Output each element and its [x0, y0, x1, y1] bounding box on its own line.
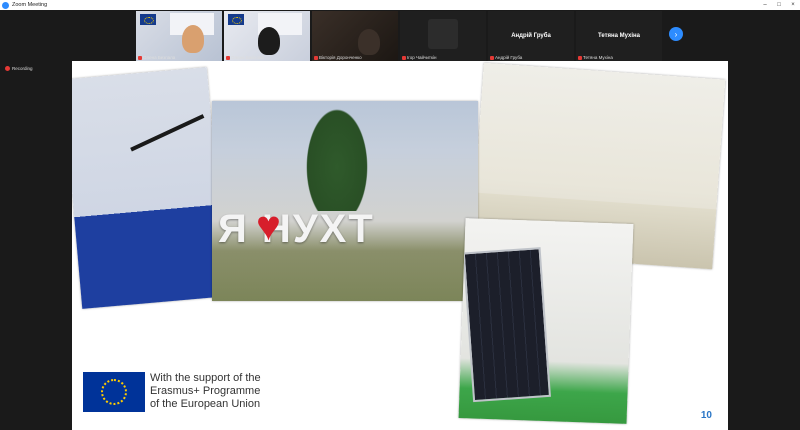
close-icon[interactable]: × [786, 0, 800, 10]
maximize-icon[interactable]: □ [772, 0, 786, 10]
eu-flag-icon [228, 14, 244, 25]
record-icon [5, 66, 10, 71]
support-line: of the European Union [150, 398, 261, 410]
zoom-window: Zoom Meeting – □ × Олена Безпала Олена Б… [0, 0, 800, 430]
mic-muted-icon [226, 55, 230, 60]
participant-name: Андрій Груба [490, 55, 522, 60]
participant-tile[interactable]: Вікторія Доронченко [312, 11, 398, 61]
participant-name: Тетяна Мухіна [578, 55, 613, 60]
eu-flag-icon [83, 372, 145, 412]
university-sign-photo: Я НУХТ ♥ [212, 101, 478, 301]
solar-panel-photo [458, 218, 634, 424]
recording-indicator[interactable]: Recording [5, 66, 33, 71]
tree-image [302, 101, 372, 211]
participant-name: Ігор Чайчиткін [402, 55, 436, 60]
window-controls: – □ × [758, 0, 800, 10]
window-title: Zoom Meeting [12, 2, 48, 8]
participant-name: Вікторія Доронченко [314, 55, 362, 60]
avatar [428, 19, 458, 49]
next-page-button[interactable]: › [669, 27, 683, 41]
mic-muted-icon [402, 55, 406, 60]
wind-turbine-image [130, 114, 205, 152]
participant-tile[interactable]: Тетяна Мухіна Тетяна Мухіна [576, 11, 662, 61]
shared-slide: Я НУХТ ♥ With the support of the Erasmus… [72, 61, 728, 430]
support-line: Erasmus+ Programme [150, 385, 261, 397]
participant-name: Олена Безпала [138, 55, 175, 60]
participant-tile[interactable]: Олена Байлова [224, 11, 310, 61]
recording-label: Recording [12, 66, 33, 71]
participant-display-name: Тетяна Мухіна [597, 33, 641, 39]
mic-muted-icon [578, 55, 582, 60]
participant-tile[interactable]: Олена Безпала [136, 11, 222, 61]
zoom-app-icon [2, 1, 9, 9]
university-sign: Я НУХТ [218, 207, 375, 251]
exhibition-photo [72, 67, 227, 309]
participant-name: Олена Байлова [226, 55, 264, 60]
heart-icon: ♥ [256, 202, 281, 249]
participant-tile[interactable]: Ігор Чайчиткін [400, 11, 486, 61]
eu-stars-icon [101, 379, 127, 405]
title-bar: Zoom Meeting – □ × [0, 0, 800, 10]
solar-panel-image [462, 247, 551, 403]
support-line: With the support of the [150, 372, 261, 384]
participant-video [182, 25, 204, 53]
minimize-icon[interactable]: – [758, 0, 772, 10]
slide-page-number: 10 [700, 410, 712, 421]
participant-display-name: Андрій Груба [511, 33, 551, 39]
participant-tile[interactable]: Андрій Груба Андрій Груба [488, 11, 574, 61]
chevron-right-icon: › [674, 29, 678, 39]
mic-muted-icon [314, 55, 318, 60]
participant-strip: Олена Безпала Олена Байлова Вікторія Дор… [136, 11, 662, 61]
participant-video [358, 29, 380, 55]
erasmus-support-text: With the support of the Erasmus+ Program… [150, 372, 261, 411]
mic-muted-icon [138, 55, 142, 60]
mic-muted-icon [490, 55, 494, 60]
participant-video [258, 27, 280, 55]
eu-flag-icon [140, 14, 156, 25]
